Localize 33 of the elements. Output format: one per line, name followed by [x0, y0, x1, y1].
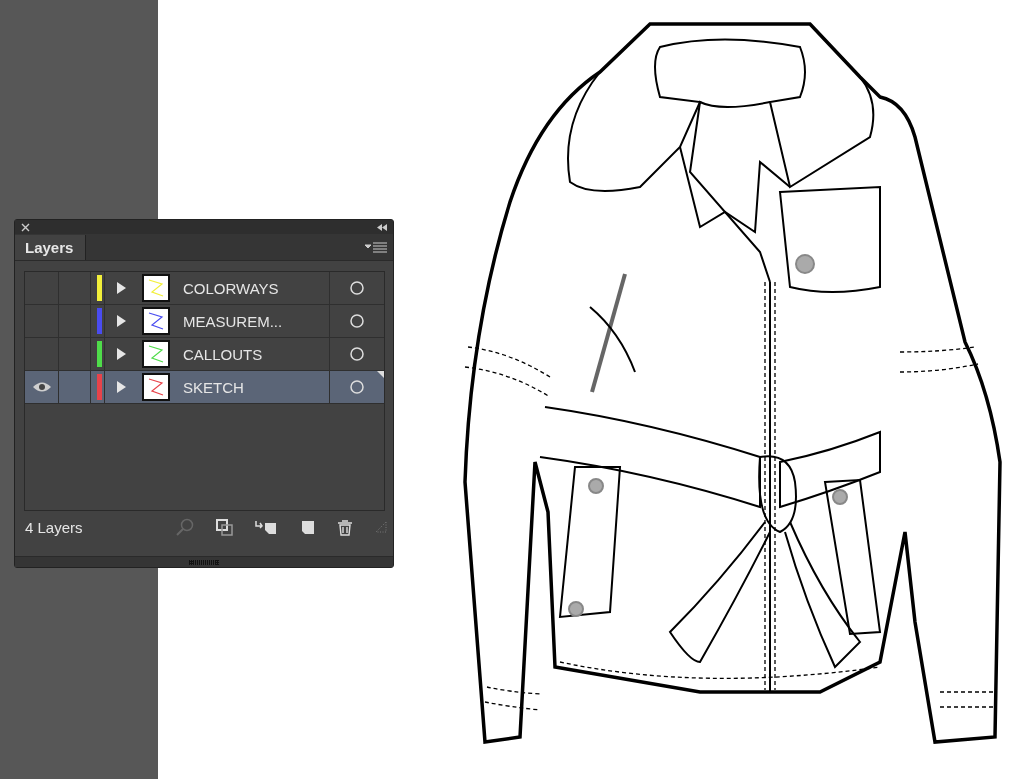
layer-name[interactable]: CALLOUTS — [183, 345, 263, 363]
panel-tab[interactable]: Layers — [15, 235, 87, 260]
selection-indicator-icon — [377, 371, 384, 378]
layer-count: 4 Layers — [25, 518, 83, 536]
layer-thumbnail — [142, 340, 170, 368]
layer-name[interactable]: SKETCH — [183, 378, 244, 396]
trash-icon[interactable] — [337, 518, 353, 536]
layer-thumbnail — [142, 373, 170, 401]
overlapping-squares-icon[interactable] — [216, 518, 233, 536]
target-circle-icon[interactable] — [350, 380, 364, 394]
new-layer-icon[interactable] — [299, 519, 315, 535]
layer-row[interactable]: CALLOUTS — [25, 338, 384, 371]
layer-name[interactable]: MEASUREM... — [183, 312, 283, 330]
layer-row[interactable]: MEASUREM... — [25, 305, 384, 338]
move-to-layer-icon[interactable] — [255, 519, 277, 535]
collapse-icon[interactable] — [377, 223, 387, 231]
layer-thumbnail — [142, 307, 170, 335]
expand-triangle-icon[interactable] — [116, 381, 126, 393]
layer-row[interactable]: SKETCH — [25, 371, 384, 404]
expand-triangle-icon[interactable] — [116, 348, 126, 360]
close-icon[interactable] — [21, 222, 30, 232]
layer-name[interactable]: COLORWAYS — [183, 279, 279, 297]
target-circle-icon[interactable] — [350, 347, 364, 361]
layer-row[interactable]: COLORWAYS — [25, 272, 384, 305]
target-circle-icon[interactable] — [350, 281, 364, 295]
target-circle-icon[interactable] — [350, 314, 364, 328]
layer-thumbnail — [142, 274, 170, 302]
eye-icon — [31, 381, 52, 393]
expand-triangle-icon[interactable] — [116, 282, 126, 294]
menu-icon[interactable] — [365, 242, 387, 254]
resize-grip-icon[interactable] — [375, 521, 387, 533]
drag-handle-icon[interactable] — [189, 559, 219, 565]
expand-triangle-icon[interactable] — [116, 315, 126, 327]
